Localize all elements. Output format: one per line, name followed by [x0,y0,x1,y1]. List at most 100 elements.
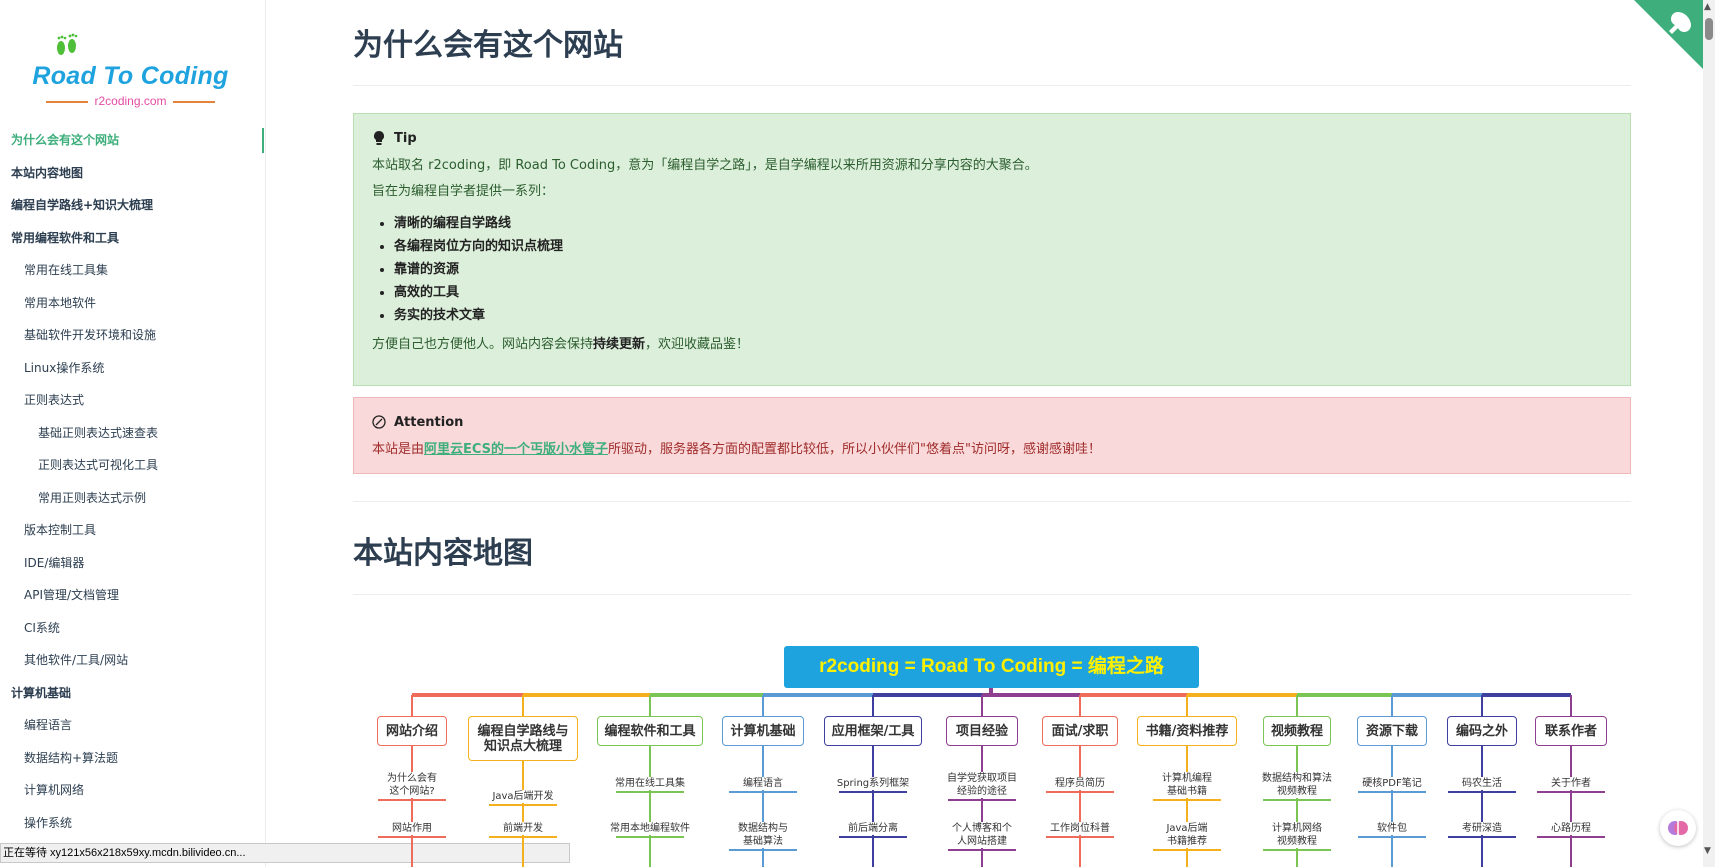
sidebar-item[interactable]: 为什么会有这个网站 [0,124,265,157]
mind-map-leaf: 为什么会有 这个网站? [367,772,457,798]
tip-box: Tip 本站取名 r2coding，即 Road To Coding，意为「编程… [353,113,1631,386]
mind-map-branch-node: 应用框架/工具 [824,716,922,746]
sidebar-item[interactable]: 操作系统 [0,807,265,840]
page-title: 为什么会有这个网站 [353,28,623,63]
sidebar-item[interactable]: 常用本地软件 [0,287,265,320]
github-corner-icon[interactable] [1634,0,1704,70]
sidebar-item[interactable]: 常用正则表达式示例 [0,482,265,515]
mind-map-branch-node: 资源下载 [1357,716,1427,746]
mind-map-branch-node: 面试/求职 [1042,716,1118,746]
tip-list-item: 清晰的编程自学路线 [394,212,1612,235]
sidebar-item[interactable]: 基础正则表达式速查表 [0,417,265,450]
attention-text-part: 本站是由 [372,442,425,457]
sidebar-item[interactable]: 编程自学路线+知识大梳理 [0,189,265,222]
site-mind-map: r2coding = Road To Coding = 编程之路 网站介绍为什么… [353,640,1631,867]
tip-paragraph: 本站取名 r2coding，即 Road To Coding，意为「编程自学之路… [372,158,1038,173]
sidebar-item[interactable]: 其他软件/工具/网站 [0,644,265,677]
mind-map-leaf: 工作岗位科普 [1035,822,1125,835]
sidebar-item[interactable]: 基础软件开发环境和设施 [0,319,265,352]
main-content: 为什么会有这个网站 Tip 本站取名 r2coding，即 Road To Co… [353,0,1631,867]
sidebar: Road To Coding r2coding.com 为什么会有这个网站 本站内… [0,0,266,867]
section-title-sitemap: 本站内容地图 [353,536,533,571]
mind-map-leaf: 自学党获取项目 经验的途径 [937,772,1027,798]
floating-assistant-button[interactable] [1660,810,1696,846]
mind-map-leaf: 软件包 [1347,822,1437,835]
mind-map-leaf: 前后端分离 [828,822,918,835]
footprints-icon [57,33,78,55]
mind-map-branch-node: 编程自学路线与 知识点大梳理 [468,716,578,761]
divider [353,501,1631,502]
mind-map-leaf: 网站作用 [367,822,457,835]
sidebar-nav: 为什么会有这个网站 本站内容地图 编程自学路线+知识大梳理 常用编程软件和工具 常用在线… [0,124,265,840]
sidebar-item[interactable]: IDE/编辑器 [0,547,265,580]
tip-paragraph: 方便自己也方便他人。网站内容会保持持续更新，欢迎收藏品鉴！ [372,335,1612,355]
mind-map-leaf: 常用本地编程软件 [605,822,695,835]
scroll-up-arrow-icon[interactable]: ▲ [1704,2,1711,12]
mind-map-branch-node: 项目经验 [946,716,1018,746]
sidebar-item[interactable]: Linux操作系统 [0,352,265,385]
tip-list: 清晰的编程自学路线 各编程岗位方向的知识点梳理 靠谱的资源 高效的工具 务实的技… [394,212,1612,327]
attention-box: Attention 本站是由阿里云ECS的一个丐版小水管子所驱动，服务器各方面的… [353,397,1631,474]
tip-list-item: 高效的工具 [394,281,1612,304]
sidebar-item[interactable]: 版本控制工具 [0,514,265,547]
scroll-down-arrow-icon[interactable]: ▼ [1704,846,1711,856]
attention-title: Attention [394,414,464,430]
mind-map-leaf: Spring系列框架 [828,777,918,790]
mind-map-branch-node: 编码之外 [1447,716,1517,746]
sidebar-item[interactable]: 本站内容地图 [0,157,265,190]
sidebar-item[interactable]: CI系统 [0,612,265,645]
mind-map-leaf: 程序员简历 [1035,777,1125,790]
page-scrollbar[interactable]: ▲ ▼ [1703,0,1715,867]
sidebar-item[interactable]: 常用在线工具集 [0,254,265,287]
mind-map-leaf: Java后端 书籍推荐 [1142,822,1232,848]
mind-map-branch-node: 书籍/资料推荐 [1137,716,1237,746]
sidebar-item[interactable]: 常用编程软件和工具 [0,222,265,255]
forbidden-icon [372,415,386,429]
sidebar-item[interactable]: 正则表达式 [0,384,265,417]
divider [353,85,1631,86]
mind-map-leaf: 前端开发 [478,822,568,835]
mind-map-leaf: Java后端开发 [478,790,568,803]
mind-map-leaf: 个人博客和个 人网站搭建 [937,822,1027,848]
tip-list-item: 各编程岗位方向的知识点梳理 [394,235,1612,258]
logo-domain: r2coding.com [28,94,233,108]
mind-map-root: r2coding = Road To Coding = 编程之路 [784,646,1199,688]
sidebar-item[interactable]: 编程语言 [0,709,265,742]
mind-map-branch-node: 视频教程 [1263,716,1331,746]
mind-map-branch-node: 网站介绍 [377,716,447,746]
tip-text: ，欢迎收藏品鉴！ [645,337,750,352]
scrollbar-thumb[interactable] [1705,18,1713,40]
sidebar-item[interactable]: API管理/文档管理 [0,579,265,612]
divider [353,594,1631,595]
sidebar-item[interactable]: 正则表达式可视化工具 [0,449,265,482]
mind-map-leaf: 数据结构和算法 视频教程 [1252,772,1342,798]
mind-map-leaf: 编程语言 [718,777,808,790]
mind-map-leaf: 计算机编程 基础书籍 [1142,772,1232,798]
mind-map-leaf: 考研深造 [1437,822,1527,835]
mind-map-leaf: 计算机网络 视频教程 [1252,822,1342,848]
mind-map-leaf: 数据结构与 基础算法 [718,822,808,848]
mind-map-leaf: 关于作者 [1526,777,1616,790]
tip-bold-text: 持续更新 [593,337,646,352]
tip-paragraph: 旨在为编程自学者提供一系列： [372,184,555,199]
sidebar-item[interactable]: 计算机基础 [0,677,265,710]
attention-text-part: 所驱动，服务器各方面的配置都比较低，所以小伙伴们"悠着点"访问呀，感谢感谢哇！ [608,442,1102,457]
mind-map-branch-node: 计算机基础 [722,716,804,746]
mind-map-leaf: 码农生活 [1437,777,1527,790]
tip-text: 方便自己也方便他人。网站内容会保持 [372,337,594,352]
brain-icon [1668,821,1688,835]
mind-map-branch-node: 联系作者 [1535,716,1607,746]
mind-map-leaf: 硬核PDF笔记 [1347,777,1437,790]
attention-text: 本站是由阿里云ECS的一个丐版小水管子所驱动，服务器各方面的配置都比较低，所以小… [372,440,1612,460]
tip-list-item: 靠谱的资源 [394,258,1612,281]
sidebar-item[interactable]: 数据结构+算法题 [0,742,265,775]
site-logo[interactable]: Road To Coding r2coding.com [28,32,233,112]
sidebar-item[interactable]: 计算机网络 [0,774,265,807]
mind-map-leaf: 常用在线工具集 [605,777,695,790]
logo-title: Road To Coding [32,62,229,90]
mind-map-branch-node: 编程软件和工具 [597,716,703,746]
aliyun-ecs-link[interactable]: 阿里云ECS的一个丐版小水管子 [424,442,608,457]
tip-title: Tip [394,130,417,146]
tip-list-item: 务实的技术文章 [394,304,1612,327]
lightbulb-icon [374,131,384,145]
